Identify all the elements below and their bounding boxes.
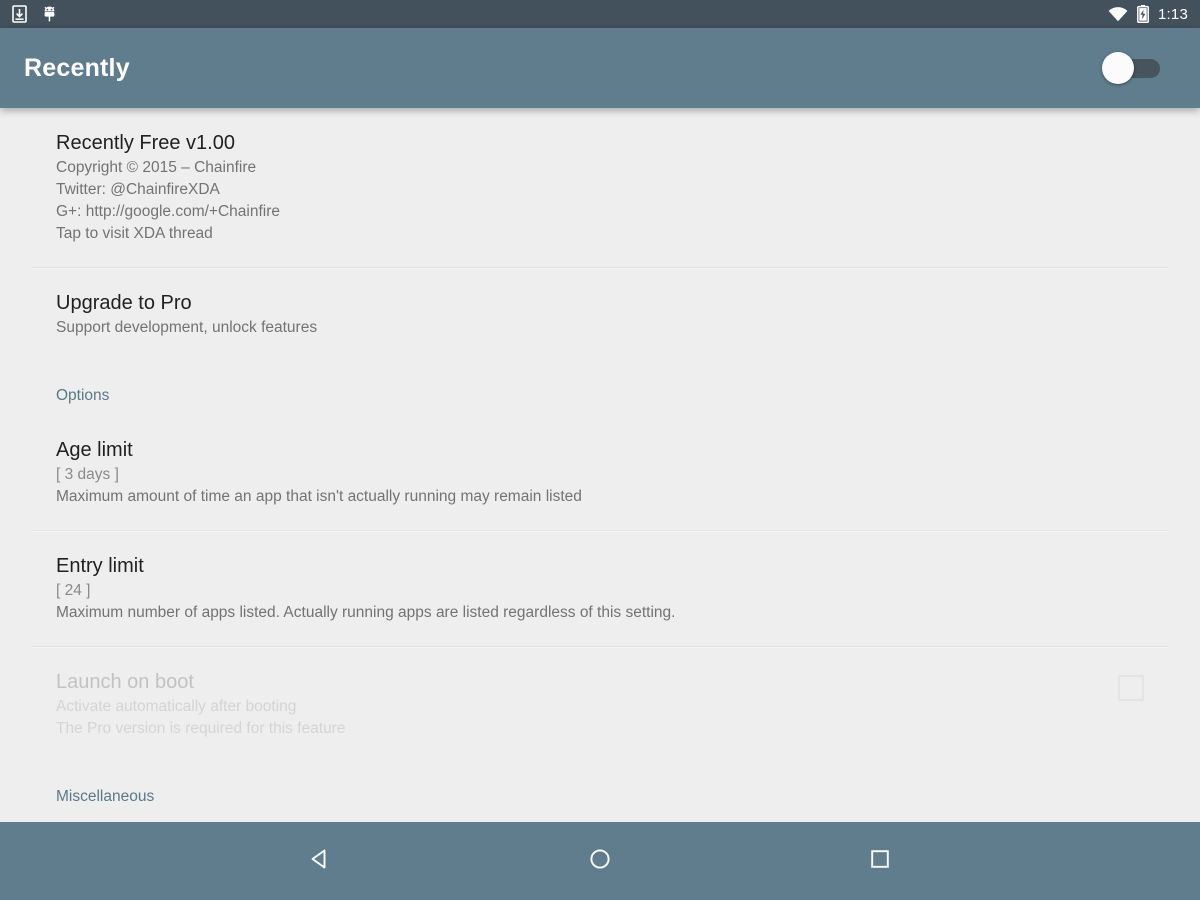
battery-charging-icon [1137,5,1149,23]
pref-entry-limit-value: [ 24 ] [56,582,91,599]
pref-entry-limit-summary: Maximum number of apps listed. Actually … [56,604,676,621]
recents-button[interactable] [850,831,910,891]
pref-about-gplus: G+: http://google.com/+Chainfire [56,203,281,220]
pref-upgrade-to-pro[interactable]: Upgrade to Pro Support development, unlo… [0,268,1200,361]
pref-launch-on-boot-row: Launch on boot Activate automatically af… [56,669,1144,740]
pref-launch-on-boot-summary-secondary: The Pro version is required for this fea… [56,720,346,737]
pref-age-limit[interactable]: Age limit [ 3 days ] Maximum amount of t… [0,415,1200,530]
pref-launch-on-boot-summary: Activate automatically after booting [56,698,297,715]
pref-launch-on-boot-text: Launch on boot Activate automatically af… [56,669,1094,740]
pref-age-limit-summary: Maximum amount of time an app that isn't… [56,488,582,505]
master-enable-switch[interactable] [1102,52,1164,84]
settings-scroll-area[interactable]: Recently Free v1.00 Copyright © 2015 – C… [0,108,1200,822]
status-bar: 1:13 [0,0,1200,28]
pref-age-limit-text: Age limit [ 3 days ] Maximum amount of t… [56,437,1144,508]
pref-entry-limit-text: Entry limit [ 24 ] Maximum number of app… [56,553,1144,624]
pref-about-xda-link[interactable]: Tap to visit XDA thread [56,223,1144,245]
pref-age-limit-title: Age limit [56,439,133,461]
pref-about-twitter: Twitter: @ChainfireXDA [56,181,220,198]
pref-age-limit-value: [ 3 days ] [56,466,119,483]
pref-about-title: Recently Free v1.00 [56,132,235,154]
pref-entry-limit-title: Entry limit [56,555,144,577]
status-bar-left-icons [12,5,58,23]
pref-about[interactable]: Recently Free v1.00 Copyright © 2015 – C… [0,108,1200,267]
section-header-miscellaneous: Miscellaneous [56,788,155,805]
status-bar-clock: 1:13 [1158,5,1188,23]
pref-upgrade-text: Upgrade to Pro Support development, unlo… [56,290,1144,339]
pref-about-text: Recently Free v1.00 Copyright © 2015 – C… [56,130,1144,245]
pref-about-copyright: Copyright © 2015 – Chainfire [56,159,257,176]
wifi-icon [1108,6,1128,22]
system-navigation-bar [0,822,1200,900]
pref-upgrade-title: Upgrade to Pro [56,292,192,314]
home-button[interactable] [570,831,630,891]
switch-thumb [1102,52,1134,84]
launch-on-boot-checkbox [1118,675,1144,701]
app-title: Recently [24,53,130,82]
pref-freeload[interactable]: Freeload [0,816,1200,822]
pref-launch-on-boot-title: Launch on boot [56,671,194,693]
back-triangle-icon [307,846,333,877]
app-toolbar: Recently [0,28,1200,108]
status-bar-right-icons: 1:13 [1108,5,1188,23]
section-header-options: Options [56,387,110,404]
pref-launch-on-boot: Launch on boot Activate automatically af… [0,647,1200,762]
back-button[interactable] [290,831,350,891]
home-circle-icon [587,846,613,877]
pref-entry-limit[interactable]: Entry limit [ 24 ] Maximum number of app… [0,531,1200,646]
android-debug-icon [41,5,58,23]
recents-square-icon [867,846,893,877]
download-icon [12,5,27,23]
pref-upgrade-summary: Support development, unlock features [56,319,318,336]
